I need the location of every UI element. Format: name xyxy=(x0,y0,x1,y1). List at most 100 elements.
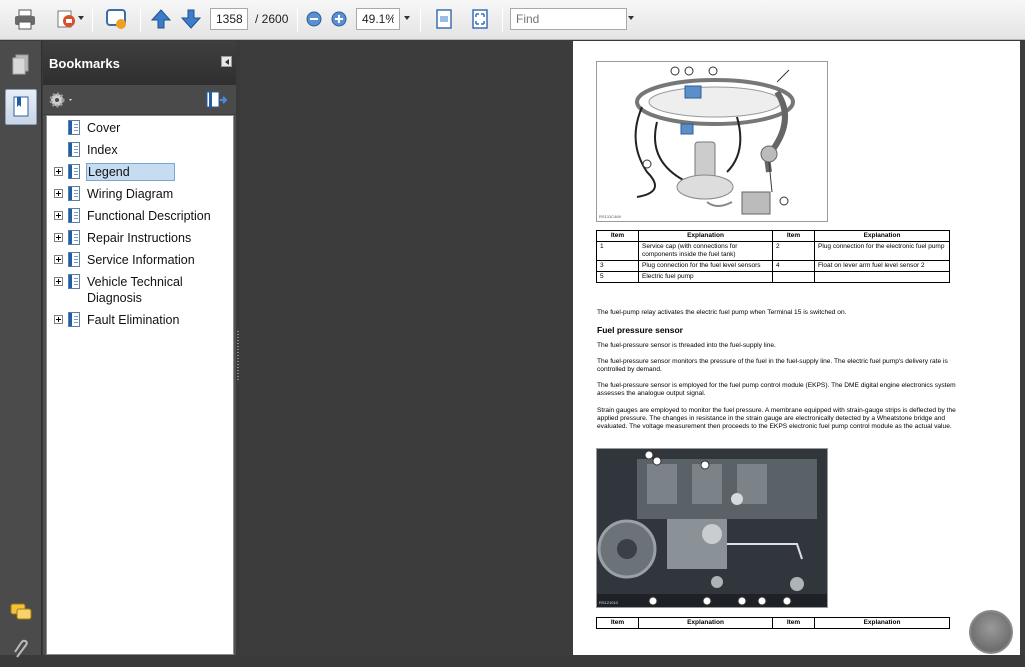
bookmark-page-icon xyxy=(68,252,80,267)
zoom-in-button[interactable] xyxy=(329,6,349,32)
bookmark-page-icon xyxy=(68,164,80,179)
splitter-grip[interactable] xyxy=(237,331,239,381)
bookmarks-panel-button[interactable] xyxy=(5,89,37,125)
document-viewer[interactable]: RS131C469 Item Explanation Item Explanat… xyxy=(240,41,1025,655)
expand-icon xyxy=(472,9,488,29)
document-share-icon xyxy=(57,10,75,28)
expand-plus-icon[interactable] xyxy=(54,277,63,286)
gear-icon xyxy=(49,92,72,108)
expand-bookmark-button[interactable] xyxy=(205,90,229,110)
navigation-rail xyxy=(0,41,42,658)
previous-page-button[interactable] xyxy=(148,6,174,32)
collapse-panel-button[interactable] xyxy=(221,56,232,67)
bookmark-page-icon xyxy=(68,274,80,289)
table-cell: 4 xyxy=(772,260,815,272)
engine-photo-illustration xyxy=(597,449,827,607)
full-screen-button[interactable] xyxy=(466,6,494,32)
bookmark-page-icon xyxy=(68,186,80,201)
bookmark-index[interactable]: Index xyxy=(47,140,233,162)
table-cell: Service cap (with connections for compon… xyxy=(638,241,773,261)
paragraph: Strain gauges are employed to monitor th… xyxy=(597,407,956,430)
fuel-pump-figure: RS131C469 xyxy=(596,61,828,222)
table-header: Item xyxy=(596,617,639,629)
expand-plus-icon[interactable] xyxy=(54,167,63,176)
bookmark-goto-icon xyxy=(206,91,228,108)
paperclip-icon xyxy=(14,639,28,658)
figure-id: RS131C469 xyxy=(599,214,621,219)
fit-page-button[interactable] xyxy=(430,6,458,32)
bookmark-cover[interactable]: Cover xyxy=(47,118,233,140)
bookmarks-title: Bookmarks xyxy=(49,56,120,71)
review-button[interactable] xyxy=(102,6,132,32)
table-row: 5 Electric fuel pump xyxy=(596,271,950,283)
floating-action-button[interactable] xyxy=(969,610,1013,654)
next-page-button[interactable] xyxy=(178,6,204,32)
print-button[interactable] xyxy=(10,6,40,32)
section-heading: Fuel pressure sensor xyxy=(597,325,683,335)
arrow-down-icon xyxy=(180,9,202,29)
printer-icon xyxy=(15,9,35,30)
bookmark-page-icon xyxy=(68,142,80,157)
bookmark-wiring-diagram[interactable]: Wiring Diagram xyxy=(47,184,233,206)
bookmark-repair-instructions[interactable]: Repair Instructions xyxy=(47,228,233,250)
parts-table-2: Item Explanation Item Explanation xyxy=(596,617,950,629)
fuel-pressure-sensor-photo: RS121010 xyxy=(596,448,828,608)
fuel-pump-illustration xyxy=(634,66,795,215)
paragraph: The fuel-pump relay activates the electr… xyxy=(597,309,847,316)
expand-plus-icon[interactable] xyxy=(54,189,63,198)
table-header: Item xyxy=(772,230,815,242)
bookmarks-header: Bookmarks xyxy=(43,41,236,85)
comment-bubble-icon xyxy=(106,9,126,29)
plus-circle-icon xyxy=(331,11,347,27)
bookmark-service-information[interactable]: Service Information xyxy=(47,250,233,272)
expand-plus-icon[interactable] xyxy=(54,315,63,324)
bookmark-functional-description[interactable]: Functional Description xyxy=(47,206,233,228)
bookmark-label: Index xyxy=(87,143,118,157)
bookmark-fault-elimination[interactable]: Fault Elimination xyxy=(47,310,233,332)
arrow-up-icon xyxy=(150,9,172,29)
table-header-row: Item Explanation Item Explanation xyxy=(596,230,950,242)
find-input[interactable] xyxy=(510,8,627,30)
table-cell xyxy=(772,271,815,283)
bookmark-page-icon xyxy=(68,120,80,135)
bookmark-label: Cover xyxy=(87,121,121,135)
minus-circle-icon xyxy=(306,11,322,27)
toolbar: / 2600 xyxy=(0,0,1025,40)
bookmark-vehicle-technical-diagnosis[interactable]: Vehicle Technical Diagnosis xyxy=(47,272,233,310)
share-button[interactable] xyxy=(48,6,84,32)
comments-icon xyxy=(10,603,32,620)
expand-plus-icon[interactable] xyxy=(54,255,63,264)
page-count: / 2600 xyxy=(255,12,289,26)
table-cell: Electric fuel pump xyxy=(638,271,773,283)
bookmarks-toolbar xyxy=(43,85,236,115)
pages-icon xyxy=(12,54,29,75)
table-header: Item xyxy=(772,617,815,629)
table-cell: Plug connection for the electronic fuel … xyxy=(814,241,950,261)
zoom-level-input[interactable] xyxy=(356,8,400,30)
page-number-input[interactable] xyxy=(210,8,248,30)
figure-id: RS121010 xyxy=(599,600,618,605)
paragraph: The fuel-pressure sensor is employed for… xyxy=(597,382,956,397)
pages-panel-button[interactable] xyxy=(5,47,37,83)
table-cell: 5 xyxy=(596,271,639,283)
expand-plus-icon[interactable] xyxy=(54,233,63,242)
bookmarks-panel: Bookmarks Cover Index Legend Wiring Diag… xyxy=(43,41,236,655)
find-dropdown-icon[interactable] xyxy=(628,16,634,20)
paragraph: The fuel-pressure sensor monitors the pr… xyxy=(597,358,948,373)
table-cell xyxy=(814,271,950,283)
expand-plus-icon[interactable] xyxy=(54,211,63,220)
table-cell: 3 xyxy=(596,260,639,272)
table-cell: 2 xyxy=(772,241,815,261)
bookmark-legend[interactable]: Legend xyxy=(47,162,233,184)
chevron-down-icon xyxy=(78,16,84,20)
zoom-out-button[interactable] xyxy=(304,6,324,32)
bookmark-label: Functional Description xyxy=(87,209,211,223)
comments-panel-button[interactable] xyxy=(5,594,37,630)
options-menu-button[interactable] xyxy=(48,90,76,110)
table-header-row: Item Explanation Item Explanation xyxy=(596,617,950,629)
table-row: 1 Service cap (with connections for comp… xyxy=(596,241,950,261)
zoom-dropdown-icon[interactable] xyxy=(404,16,410,20)
table-header: Explanation xyxy=(638,230,773,242)
bookmark-page-icon xyxy=(68,208,80,223)
attachments-panel-button[interactable] xyxy=(5,631,37,667)
